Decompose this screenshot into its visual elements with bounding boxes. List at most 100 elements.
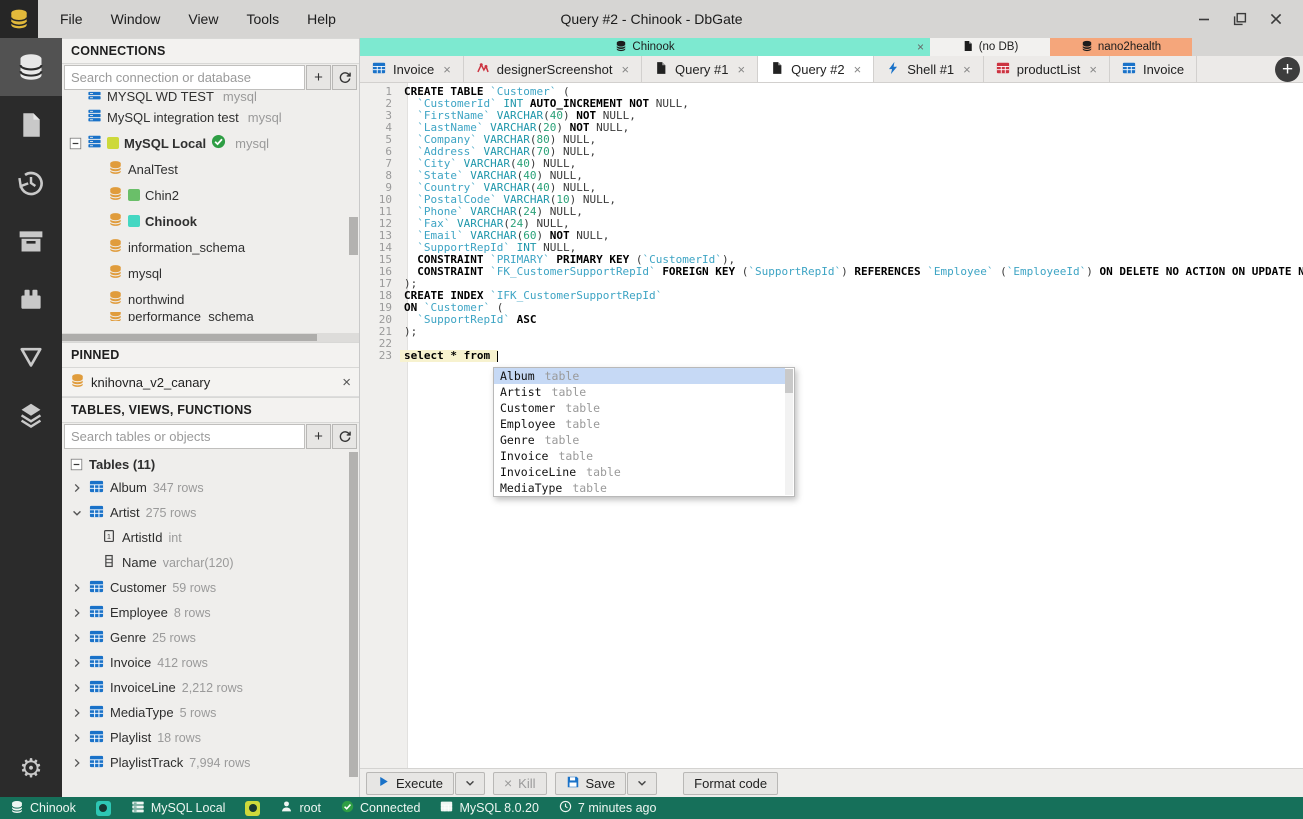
- menu-tools[interactable]: Tools: [236, 7, 289, 31]
- autocomplete-item[interactable]: Invoice table: [494, 448, 785, 464]
- table-item[interactable]: Employee 8 rows: [62, 600, 359, 625]
- tables-scrollbar[interactable]: [349, 452, 358, 777]
- connection-item[interactable]: MYSQL WD TEST mysql: [62, 91, 359, 104]
- maximize-button[interactable]: [1229, 8, 1251, 30]
- collapse-icon[interactable]: [70, 458, 83, 471]
- autocomplete-item[interactable]: Album table: [494, 368, 785, 384]
- tab-group-nano2health[interactable]: nano2health: [1050, 38, 1192, 56]
- database-icon: [108, 160, 123, 178]
- database-item[interactable]: mysql: [62, 260, 359, 286]
- database-item[interactable]: northwind: [62, 286, 359, 312]
- tab-invoice[interactable]: Invoice ×: [360, 56, 464, 82]
- autocomplete-item[interactable]: InvoiceLine table: [494, 464, 785, 480]
- tab-invoice[interactable]: Invoice: [1109, 56, 1198, 82]
- chevron-right-icon[interactable]: [70, 682, 83, 694]
- close-group-icon[interactable]: ×: [917, 40, 924, 54]
- connections-scrollbar[interactable]: [349, 91, 358, 333]
- connection-item[interactable]: MySQL Local mysql: [62, 130, 359, 156]
- close-tab-icon[interactable]: ×: [963, 62, 971, 77]
- refresh-tables-button[interactable]: [332, 424, 357, 449]
- pinned-item[interactable]: knihovna_v2_canary ×: [62, 368, 359, 397]
- database-item[interactable]: AnalTest: [62, 156, 359, 182]
- close-tab-icon[interactable]: ×: [443, 62, 451, 77]
- execute-dropdown-button[interactable]: [454, 771, 485, 795]
- chevron-right-icon[interactable]: [70, 482, 83, 494]
- activity-archive-icon[interactable]: [0, 212, 62, 270]
- chevron-down-icon[interactable]: [70, 507, 83, 519]
- close-tab-icon[interactable]: ×: [738, 62, 746, 77]
- chevron-right-icon[interactable]: [70, 757, 83, 769]
- connections-search-input[interactable]: [64, 65, 305, 90]
- chevron-right-icon[interactable]: [70, 632, 83, 644]
- table-item[interactable]: Playlist 18 rows: [62, 725, 359, 750]
- table-item[interactable]: Artist 275 rows: [62, 500, 359, 525]
- column-item[interactable]: Name varchar(120): [62, 550, 359, 575]
- chevron-right-icon[interactable]: [70, 607, 83, 619]
- tables-search-input[interactable]: [64, 424, 305, 449]
- autocomplete-item[interactable]: MediaType table: [494, 480, 785, 496]
- tab-shell-1[interactable]: Shell #1 ×: [874, 56, 984, 82]
- connections-horizontal-scrollbar[interactable]: [62, 333, 359, 342]
- table-item[interactable]: PlaylistTrack 7,994 rows: [62, 750, 359, 775]
- menu-window[interactable]: Window: [101, 7, 171, 31]
- database-item[interactable]: Chin2: [62, 182, 359, 208]
- table-item[interactable]: Invoice 412 rows: [62, 650, 359, 675]
- execute-button[interactable]: Execute: [366, 771, 454, 795]
- save-dropdown-button[interactable]: [627, 771, 658, 795]
- autocomplete-item[interactable]: Genre table: [494, 432, 785, 448]
- menubar: File Window View Tools Help Query #2 - Chino…: [0, 0, 1303, 38]
- menu-help[interactable]: Help: [297, 7, 346, 31]
- chevron-right-icon[interactable]: [70, 732, 83, 744]
- database-item[interactable]: performance_schema: [62, 312, 359, 321]
- menu-file[interactable]: File: [50, 7, 93, 31]
- table-item[interactable]: MediaType 5 rows: [62, 700, 359, 725]
- menu-view[interactable]: View: [178, 7, 228, 31]
- autocomplete-item[interactable]: Artist table: [494, 384, 785, 400]
- tab-group-chinook[interactable]: Chinook ×: [360, 38, 930, 56]
- table-item[interactable]: InvoiceLine 2,212 rows: [62, 675, 359, 700]
- activity-plugin-icon[interactable]: [0, 270, 62, 328]
- activity-history-icon[interactable]: [0, 154, 62, 212]
- minimize-button[interactable]: [1193, 8, 1215, 30]
- database-item[interactable]: information_schema: [62, 234, 359, 260]
- tab-productlist[interactable]: productList ×: [983, 56, 1110, 82]
- table-item[interactable]: Customer 59 rows: [62, 575, 359, 600]
- activity-layers-icon[interactable]: [0, 386, 62, 444]
- format-code-button[interactable]: Format code: [683, 771, 779, 795]
- tab-group--no-db-[interactable]: (no DB): [930, 38, 1050, 56]
- unpin-close-icon[interactable]: ×: [342, 374, 351, 391]
- close-tab-icon[interactable]: ×: [621, 62, 629, 77]
- autocomplete-scrollbar[interactable]: [785, 369, 793, 495]
- tables-group-row[interactable]: Tables (11): [62, 450, 359, 475]
- sql-editor[interactable]: 1 CREATE TABLE `Customer` ( 2 `CustomerI…: [360, 83, 1303, 768]
- refresh-connections-button[interactable]: [332, 65, 357, 90]
- new-tab-button[interactable]: +: [1275, 57, 1300, 82]
- column-item[interactable]: 1 ArtistId int: [62, 525, 359, 550]
- save-button[interactable]: Save: [554, 771, 627, 795]
- tab-designerscreenshot[interactable]: designerScreenshot ×: [463, 56, 643, 82]
- activity-funnel-icon[interactable]: [0, 328, 62, 386]
- connection-item[interactable]: MySQL integration test mysql: [62, 104, 359, 130]
- activity-database-icon[interactable]: [0, 38, 62, 96]
- add-object-button[interactable]: +: [306, 424, 331, 449]
- add-connection-button[interactable]: +: [306, 65, 331, 90]
- tab-query-1[interactable]: Query #1 ×: [642, 56, 759, 82]
- database-item[interactable]: Chinook: [62, 208, 359, 234]
- chevron-right-icon[interactable]: [70, 582, 83, 594]
- connections-tree: MYSQL WD TEST mysql MySQL integration te…: [62, 91, 359, 333]
- table-item[interactable]: Genre 25 rows: [62, 625, 359, 650]
- kill-button[interactable]: × Kill: [492, 771, 547, 795]
- activity-file-icon[interactable]: [0, 96, 62, 154]
- file-icon: [962, 40, 974, 55]
- autocomplete-item[interactable]: Customer table: [494, 400, 785, 416]
- tab-query-2[interactable]: Query #2 ×: [758, 56, 875, 82]
- close-tab-icon[interactable]: ×: [1089, 62, 1097, 77]
- collapse-icon[interactable]: [68, 137, 82, 150]
- autocomplete-item[interactable]: Employee table: [494, 416, 785, 432]
- chevron-right-icon[interactable]: [70, 707, 83, 719]
- close-button[interactable]: [1265, 8, 1287, 30]
- close-tab-icon[interactable]: ×: [854, 62, 862, 77]
- table-item[interactable]: Album 347 rows: [62, 475, 359, 500]
- settings-gear-icon[interactable]: ⚙: [0, 739, 62, 797]
- chevron-right-icon[interactable]: [70, 657, 83, 669]
